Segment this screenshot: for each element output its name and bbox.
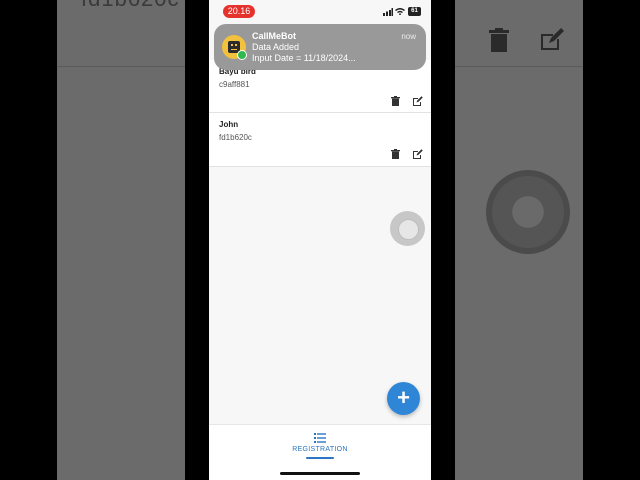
screen-recording-frame: fd1b620c 20.16 xyxy=(0,0,640,480)
robot-eye xyxy=(235,44,237,46)
active-tab-indicator xyxy=(306,457,334,459)
list-icon[interactable] xyxy=(314,433,326,443)
robot-mouth xyxy=(231,49,237,50)
assistive-touch-button[interactable] xyxy=(390,211,425,246)
callmebot-app-icon xyxy=(222,35,247,60)
notification-title: Data Added xyxy=(252,42,300,52)
item-code: c9aff881 xyxy=(219,80,250,89)
whatsapp-badge-icon xyxy=(237,50,247,60)
wifi-icon xyxy=(395,8,405,15)
list-item[interactable]: John fd1b620c xyxy=(209,113,431,167)
cellular-signal-icon xyxy=(383,8,393,16)
background-divider xyxy=(57,66,185,67)
status-time: 20.16 xyxy=(223,5,255,18)
background-blur-right xyxy=(455,0,583,480)
battery-indicator: 61 xyxy=(408,7,421,16)
edit-icon[interactable] xyxy=(413,96,423,106)
item-code: fd1b620c xyxy=(219,133,252,142)
notification-app-name: CallMeBot xyxy=(252,31,297,41)
background-ghost-text: fd1b620c xyxy=(81,0,180,12)
registration-list: Bayu bird c9aff881 John fd1b620c xyxy=(209,60,431,167)
background-blur-left: fd1b620c xyxy=(57,0,185,480)
edit-icon[interactable] xyxy=(413,149,423,159)
add-button[interactable]: + xyxy=(387,382,420,415)
delete-icon[interactable] xyxy=(391,149,400,159)
background-assistive-touch xyxy=(486,170,570,254)
phone-screen: 20.16 61 Bayu bird c9aff881 John fd1b620… xyxy=(209,0,431,480)
tab-registration[interactable]: REGISTRATION xyxy=(209,446,431,453)
status-bar: 20.16 61 xyxy=(209,0,431,22)
home-indicator[interactable] xyxy=(280,472,360,475)
robot-eye xyxy=(231,44,233,46)
item-name: John xyxy=(219,120,239,129)
bottom-navigation: REGISTRATION xyxy=(209,424,431,480)
notification-time: now xyxy=(401,32,416,41)
background-divider xyxy=(455,66,583,67)
background-edit-icon xyxy=(541,28,564,50)
background-trash-icon xyxy=(489,28,509,52)
notification-body: Input Date = 11/18/2024... xyxy=(252,53,356,63)
push-notification[interactable]: CallMeBot now Data Added Input Date = 11… xyxy=(214,24,426,70)
delete-icon[interactable] xyxy=(391,96,400,106)
